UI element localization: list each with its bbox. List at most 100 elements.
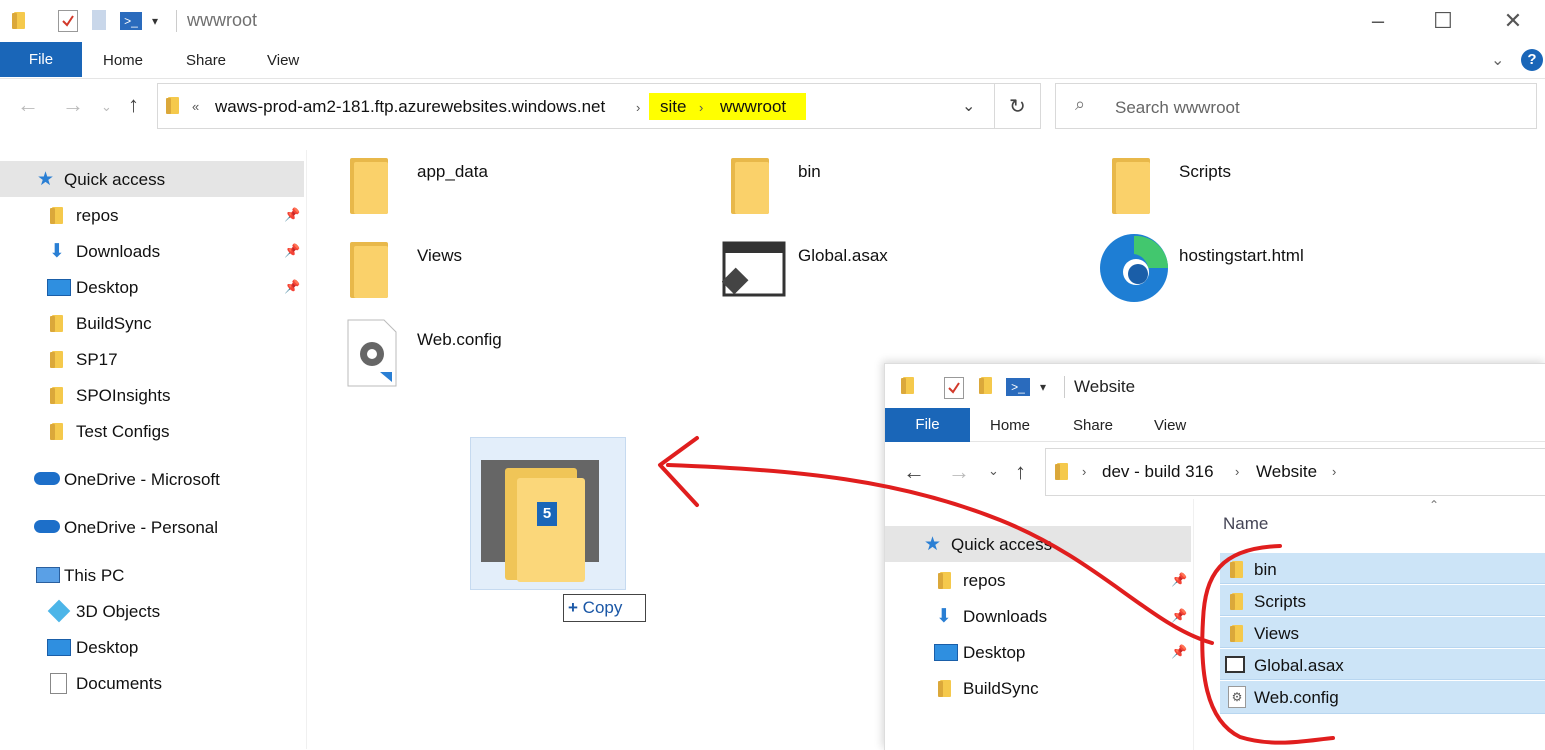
tab-view[interactable]: View: [267, 52, 299, 69]
tab-share[interactable]: Share: [1073, 417, 1113, 434]
folder-icon: [1230, 561, 1243, 578]
file-global-asax[interactable]: Global.asax: [798, 246, 888, 266]
sidebar-item-desktop[interactable]: Desktop: [76, 278, 138, 298]
copy-label: Copy: [582, 598, 623, 617]
sidebar-item-sp17[interactable]: SP17: [76, 350, 118, 370]
back-icon[interactable]: ←: [903, 459, 925, 485]
forward-icon[interactable]: →: [948, 459, 970, 485]
search-box[interactable]: ⌕ Search wwwroot: [1055, 83, 1537, 129]
chevron-right-icon[interactable]: ›: [636, 100, 640, 115]
sidebar-item-test-configs[interactable]: Test Configs: [76, 422, 170, 442]
asax-file-icon[interactable]: [721, 241, 786, 297]
folder-icon: [50, 207, 63, 224]
recent-locations-icon[interactable]: ⌄: [988, 463, 999, 479]
recent-locations-icon[interactable]: ⌄: [101, 99, 112, 115]
pin-icon: 📌: [1171, 608, 1188, 623]
tab-share[interactable]: Share: [186, 52, 226, 69]
up-icon[interactable]: ↑: [1015, 459, 1026, 485]
breadcrumb-wwwroot[interactable]: wwwroot: [720, 97, 786, 117]
back-icon[interactable]: ←: [17, 92, 39, 118]
tab-file[interactable]: File: [0, 42, 82, 77]
sidebar-item-pc-desktop[interactable]: Desktop: [76, 638, 138, 658]
file-name[interactable]: Scripts: [1254, 592, 1306, 612]
sidebar-quick-access-label: Quick access: [951, 535, 1053, 554]
sidebar-item-repos[interactable]: repos: [76, 206, 119, 226]
maximize-icon[interactable]: ☐: [1423, 8, 1463, 34]
new-folder-icon[interactable]: [979, 377, 992, 394]
breadcrumb-site[interactable]: site: [660, 97, 686, 117]
address-dropdown-icon[interactable]: ⌄: [962, 96, 975, 116]
tab-home[interactable]: Home: [103, 52, 143, 69]
sidebar-item-desktop[interactable]: Desktop: [963, 643, 1025, 663]
sidebar-item-downloads[interactable]: Downloads: [76, 242, 160, 262]
divider: [1193, 499, 1194, 750]
pin-icon: 📌: [284, 243, 301, 258]
sidebar-item-repos[interactable]: repos: [963, 571, 1006, 591]
sidebar-quick-access-label: Quick access: [64, 170, 166, 189]
sidebar-item-spoinsights[interactable]: SPOInsights: [76, 386, 171, 406]
tab-file[interactable]: File: [885, 408, 970, 442]
chevron-right-icon[interactable]: ›: [699, 100, 703, 115]
file-hostingstart-html[interactable]: hostingstart.html: [1179, 246, 1304, 266]
sidebar-item-buildsync[interactable]: BuildSync: [76, 314, 152, 334]
desktop-icon: [47, 279, 71, 296]
refresh-icon[interactable]: ↻: [1009, 94, 1026, 119]
close-icon[interactable]: ✕: [1493, 8, 1533, 34]
sidebar-item-documents[interactable]: Documents: [76, 674, 162, 694]
file-name[interactable]: bin: [1254, 560, 1277, 580]
breadcrumb-dev-build[interactable]: dev - build 316: [1102, 462, 1214, 482]
tab-home[interactable]: Home: [990, 417, 1030, 434]
file-name[interactable]: Views: [1254, 624, 1299, 644]
onedrive-icon: [34, 472, 60, 485]
breadcrumb-website[interactable]: Website: [1256, 462, 1317, 482]
sidebar-item-buildsync[interactable]: BuildSync: [963, 679, 1039, 699]
chevron-right-icon[interactable]: ›: [1235, 464, 1239, 479]
config-file-icon[interactable]: [346, 318, 398, 388]
sidebar-item-onedrive-microsoft[interactable]: OneDrive - Microsoft: [64, 470, 220, 490]
folder-icon[interactable]: [1112, 158, 1150, 214]
powershell-icon[interactable]: >_: [1006, 378, 1030, 396]
asax-file-icon: [1225, 656, 1245, 673]
folder-icon[interactable]: [731, 158, 769, 214]
breadcrumb-host[interactable]: waws-prod-am2-181.ftp.azurewebsites.wind…: [215, 97, 605, 117]
properties-icon[interactable]: [944, 377, 964, 399]
help-icon[interactable]: ?: [1521, 49, 1543, 71]
folder-icon: [901, 377, 914, 394]
edge-icon[interactable]: [1098, 232, 1170, 304]
column-header-name[interactable]: Name: [1223, 514, 1268, 534]
file-views[interactable]: Views: [417, 246, 462, 266]
address-overflow[interactable]: «: [192, 99, 199, 114]
sidebar-item-downloads[interactable]: Downloads: [963, 607, 1047, 627]
config-file-icon: ⚙: [1228, 686, 1246, 708]
tab-view[interactable]: View: [1154, 417, 1186, 434]
file-app-data[interactable]: app_data: [417, 162, 488, 182]
new-folder-icon[interactable]: [92, 10, 106, 30]
drag-count-badge: 5: [537, 502, 557, 526]
chevron-right-icon[interactable]: ›: [1332, 464, 1336, 479]
file-scripts[interactable]: Scripts: [1179, 162, 1231, 182]
desktop-icon: [47, 639, 71, 656]
sort-ascending-icon: ⌃: [1429, 498, 1440, 512]
quick-access-toolbar-dropdown-icon[interactable]: ▾: [152, 14, 158, 28]
quick-access-toolbar-dropdown-icon[interactable]: ▾: [1040, 380, 1046, 394]
chevron-right-icon[interactable]: ›: [1082, 464, 1086, 479]
file-web-config[interactable]: Web.config: [417, 330, 502, 350]
file-name[interactable]: Global.asax: [1254, 656, 1344, 676]
forward-icon[interactable]: →: [62, 92, 84, 118]
folder-icon[interactable]: [350, 242, 388, 298]
file-name[interactable]: Web.config: [1254, 688, 1339, 708]
sidebar-item-this-pc[interactable]: This PC: [64, 566, 124, 586]
properties-icon[interactable]: [58, 10, 78, 32]
ribbon: [0, 42, 1545, 79]
folder-icon[interactable]: [350, 158, 388, 214]
file-bin[interactable]: bin: [798, 162, 821, 182]
sidebar-item-3d-objects[interactable]: 3D Objects: [76, 602, 160, 622]
download-icon: ⬇: [49, 241, 65, 262]
sidebar-item-onedrive-personal[interactable]: OneDrive - Personal: [64, 518, 218, 538]
search-input[interactable]: Search wwwroot: [1115, 98, 1240, 118]
minimize-icon[interactable]: –: [1358, 8, 1398, 34]
ribbon-expand-icon[interactable]: ⌄: [1491, 50, 1504, 70]
up-icon[interactable]: ↑: [128, 92, 139, 118]
star-icon: ★: [37, 169, 55, 190]
powershell-icon[interactable]: >_: [120, 12, 142, 30]
